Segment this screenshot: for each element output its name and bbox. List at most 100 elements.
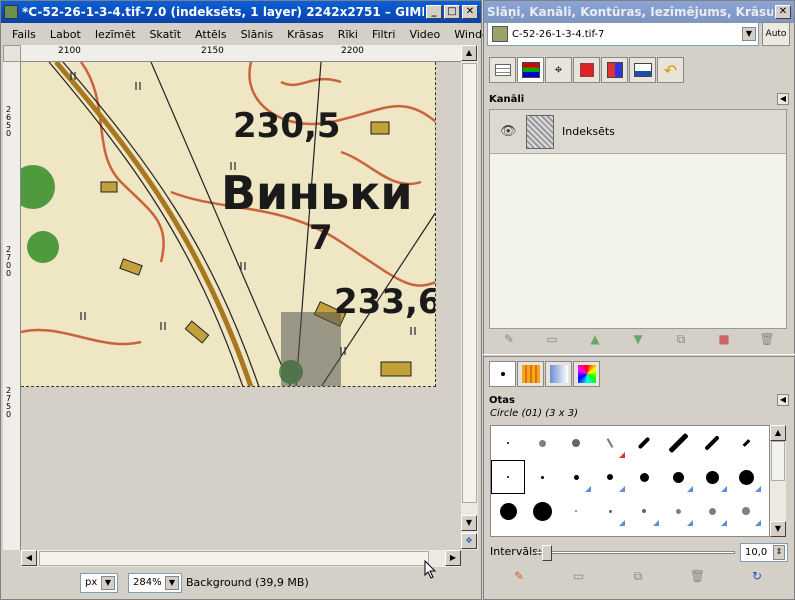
eye-icon[interactable]: 👁	[500, 124, 526, 139]
horizontal-scroll-thumb[interactable]	[39, 551, 429, 566]
brush-item[interactable]	[491, 494, 525, 528]
tab-paths[interactable]: ⌖	[545, 57, 572, 83]
spinner-icon[interactable]: ⇕	[773, 545, 785, 560]
brush-item[interactable]	[525, 460, 559, 494]
edit-channel-icon[interactable]: ✎	[499, 330, 519, 348]
scroll-down-arrow-icon[interactable]: ▼	[770, 521, 786, 537]
raise-channel-icon[interactable]: ▲	[585, 330, 605, 348]
tab-brushes[interactable]	[489, 361, 516, 387]
tab-layers[interactable]	[489, 57, 516, 83]
tab-undo[interactable]: ↶	[657, 57, 684, 83]
spacing-input[interactable]: 10,0 ⇕	[740, 543, 788, 562]
tab-gradients[interactable]	[545, 361, 572, 387]
scroll-up-arrow-icon[interactable]: ▲	[770, 425, 786, 441]
image-canvas[interactable]: 230,5 Виньки 7 233,6	[21, 62, 461, 550]
brush-item[interactable]	[525, 426, 559, 460]
menu-colors[interactable]: Krāsas	[280, 28, 331, 41]
delete-brush-icon[interactable]: 🗑	[688, 567, 708, 585]
horizontal-ruler[interactable]: 2100 2150 2200	[21, 45, 461, 62]
tab-selection[interactable]	[573, 57, 600, 83]
menu-filters[interactable]: Filtri	[365, 28, 403, 41]
brushes-scrollbar[interactable]: ▲ ▼	[770, 425, 786, 537]
brush-item[interactable]	[627, 426, 661, 460]
brush-item[interactable]	[695, 460, 729, 494]
duplicate-channel-icon[interactable]: ⧉	[671, 330, 691, 348]
refresh-brushes-icon[interactable]: ↻	[747, 567, 767, 585]
brushes-scroll-thumb[interactable]	[771, 441, 785, 481]
new-brush-icon[interactable]: ▭	[569, 567, 589, 585]
panel-menu-arrow-icon[interactable]: ◀	[777, 93, 789, 105]
brush-item[interactable]	[491, 426, 525, 460]
brush-item[interactable]	[729, 426, 763, 460]
menu-view[interactable]: Skatīt	[142, 28, 188, 41]
brush-item[interactable]	[661, 426, 695, 460]
tab-histogram[interactable]	[629, 57, 656, 83]
image-window-titlebar[interactable]: *C-52-26-1-3-4.tif-7.0 (indeksēts, 1 lay…	[1, 1, 481, 23]
panel-menu-arrow-icon[interactable]: ◀	[777, 394, 789, 406]
brush-item[interactable]	[627, 494, 661, 528]
delete-channel-icon[interactable]: 🗑	[757, 330, 777, 348]
menu-edit[interactable]: Labot	[43, 28, 88, 41]
brush-item[interactable]	[559, 460, 593, 494]
unit-value: px	[85, 577, 98, 588]
vertical-ruler[interactable]: 2650 2700 2750	[3, 62, 21, 550]
brush-item[interactable]	[695, 494, 729, 528]
zoom-select[interactable]: 284% ▼	[128, 572, 182, 593]
maximize-button[interactable]: □	[444, 5, 460, 19]
brush-item[interactable]	[729, 460, 763, 494]
scroll-right-arrow-icon[interactable]: ▶	[445, 550, 461, 566]
navigate-icon[interactable]: ✥	[461, 533, 477, 549]
brush-item[interactable]	[593, 494, 627, 528]
menu-video[interactable]: Video	[402, 28, 447, 41]
menu-file[interactable]: Fails	[5, 28, 43, 41]
edit-brush-icon[interactable]: ✎	[509, 567, 529, 585]
scroll-left-arrow-icon[interactable]: ◀	[21, 550, 37, 566]
selection-icon	[579, 63, 594, 77]
brush-item-selected[interactable]	[491, 460, 525, 494]
channels-title: Kanāli	[489, 93, 525, 105]
brush-item[interactable]	[661, 460, 695, 494]
zoom-value: 284%	[133, 577, 162, 588]
horizontal-scrollbar[interactable]: ◀ ▶	[21, 550, 461, 567]
menu-select[interactable]: Iezīmēt	[88, 28, 143, 41]
brush-item[interactable]	[627, 460, 661, 494]
brush-name: Circle (01) (3 x 3)	[490, 408, 578, 419]
auto-button[interactable]: Auto	[762, 22, 790, 46]
tab-palettes[interactable]	[573, 361, 600, 387]
brush-item[interactable]	[525, 494, 559, 528]
spacing-slider[interactable]	[535, 545, 735, 561]
channel-to-selection-icon[interactable]: ■	[714, 330, 734, 348]
unit-select[interactable]: px ▼	[80, 572, 118, 593]
quick-mask-corner[interactable]	[3, 45, 21, 62]
menu-tools[interactable]: Rīki	[331, 28, 365, 41]
brush-item[interactable]	[593, 460, 627, 494]
brush-item[interactable]	[661, 494, 695, 528]
brush-item[interactable]	[559, 494, 593, 528]
duplicate-brush-icon[interactable]: ⧉	[628, 567, 648, 585]
dock-separator	[483, 354, 795, 357]
tab-colormap[interactable]	[601, 57, 628, 83]
brush-grid[interactable]	[490, 425, 770, 537]
brush-item[interactable]	[593, 426, 627, 460]
image-select[interactable]: C-52-26-1-3-4.tif-7 ▼	[487, 22, 759, 46]
brush-item[interactable]	[695, 426, 729, 460]
map-elevation-label: 230,5	[233, 106, 341, 146]
new-channel-icon[interactable]: ▭	[542, 330, 562, 348]
minimize-button[interactable]: _	[426, 5, 442, 19]
scroll-down-arrow-icon[interactable]: ▼	[461, 515, 477, 531]
spacing-slider-handle[interactable]	[542, 545, 552, 561]
tab-patterns[interactable]	[517, 361, 544, 387]
tab-channels[interactable]	[517, 57, 544, 83]
close-button[interactable]: ✕	[462, 5, 478, 19]
scroll-up-arrow-icon[interactable]: ▲	[461, 45, 477, 61]
dock-close-button[interactable]: ✕	[775, 5, 791, 19]
menu-image[interactable]: Attēls	[188, 28, 234, 41]
channel-row[interactable]: 👁 Indeksēts	[490, 110, 786, 154]
lower-channel-icon[interactable]: ▼	[628, 330, 648, 348]
brush-item[interactable]	[559, 426, 593, 460]
dock-titlebar[interactable]: Slāņi, Kanāli, Kontūras, Iezīmējums, Krā…	[484, 1, 794, 23]
vertical-scrollbar[interactable]: ▲ ▼ ✥	[461, 45, 478, 550]
menu-layer[interactable]: Slānis	[234, 28, 281, 41]
vertical-scroll-thumb[interactable]	[462, 63, 477, 503]
brush-item[interactable]	[729, 494, 763, 528]
